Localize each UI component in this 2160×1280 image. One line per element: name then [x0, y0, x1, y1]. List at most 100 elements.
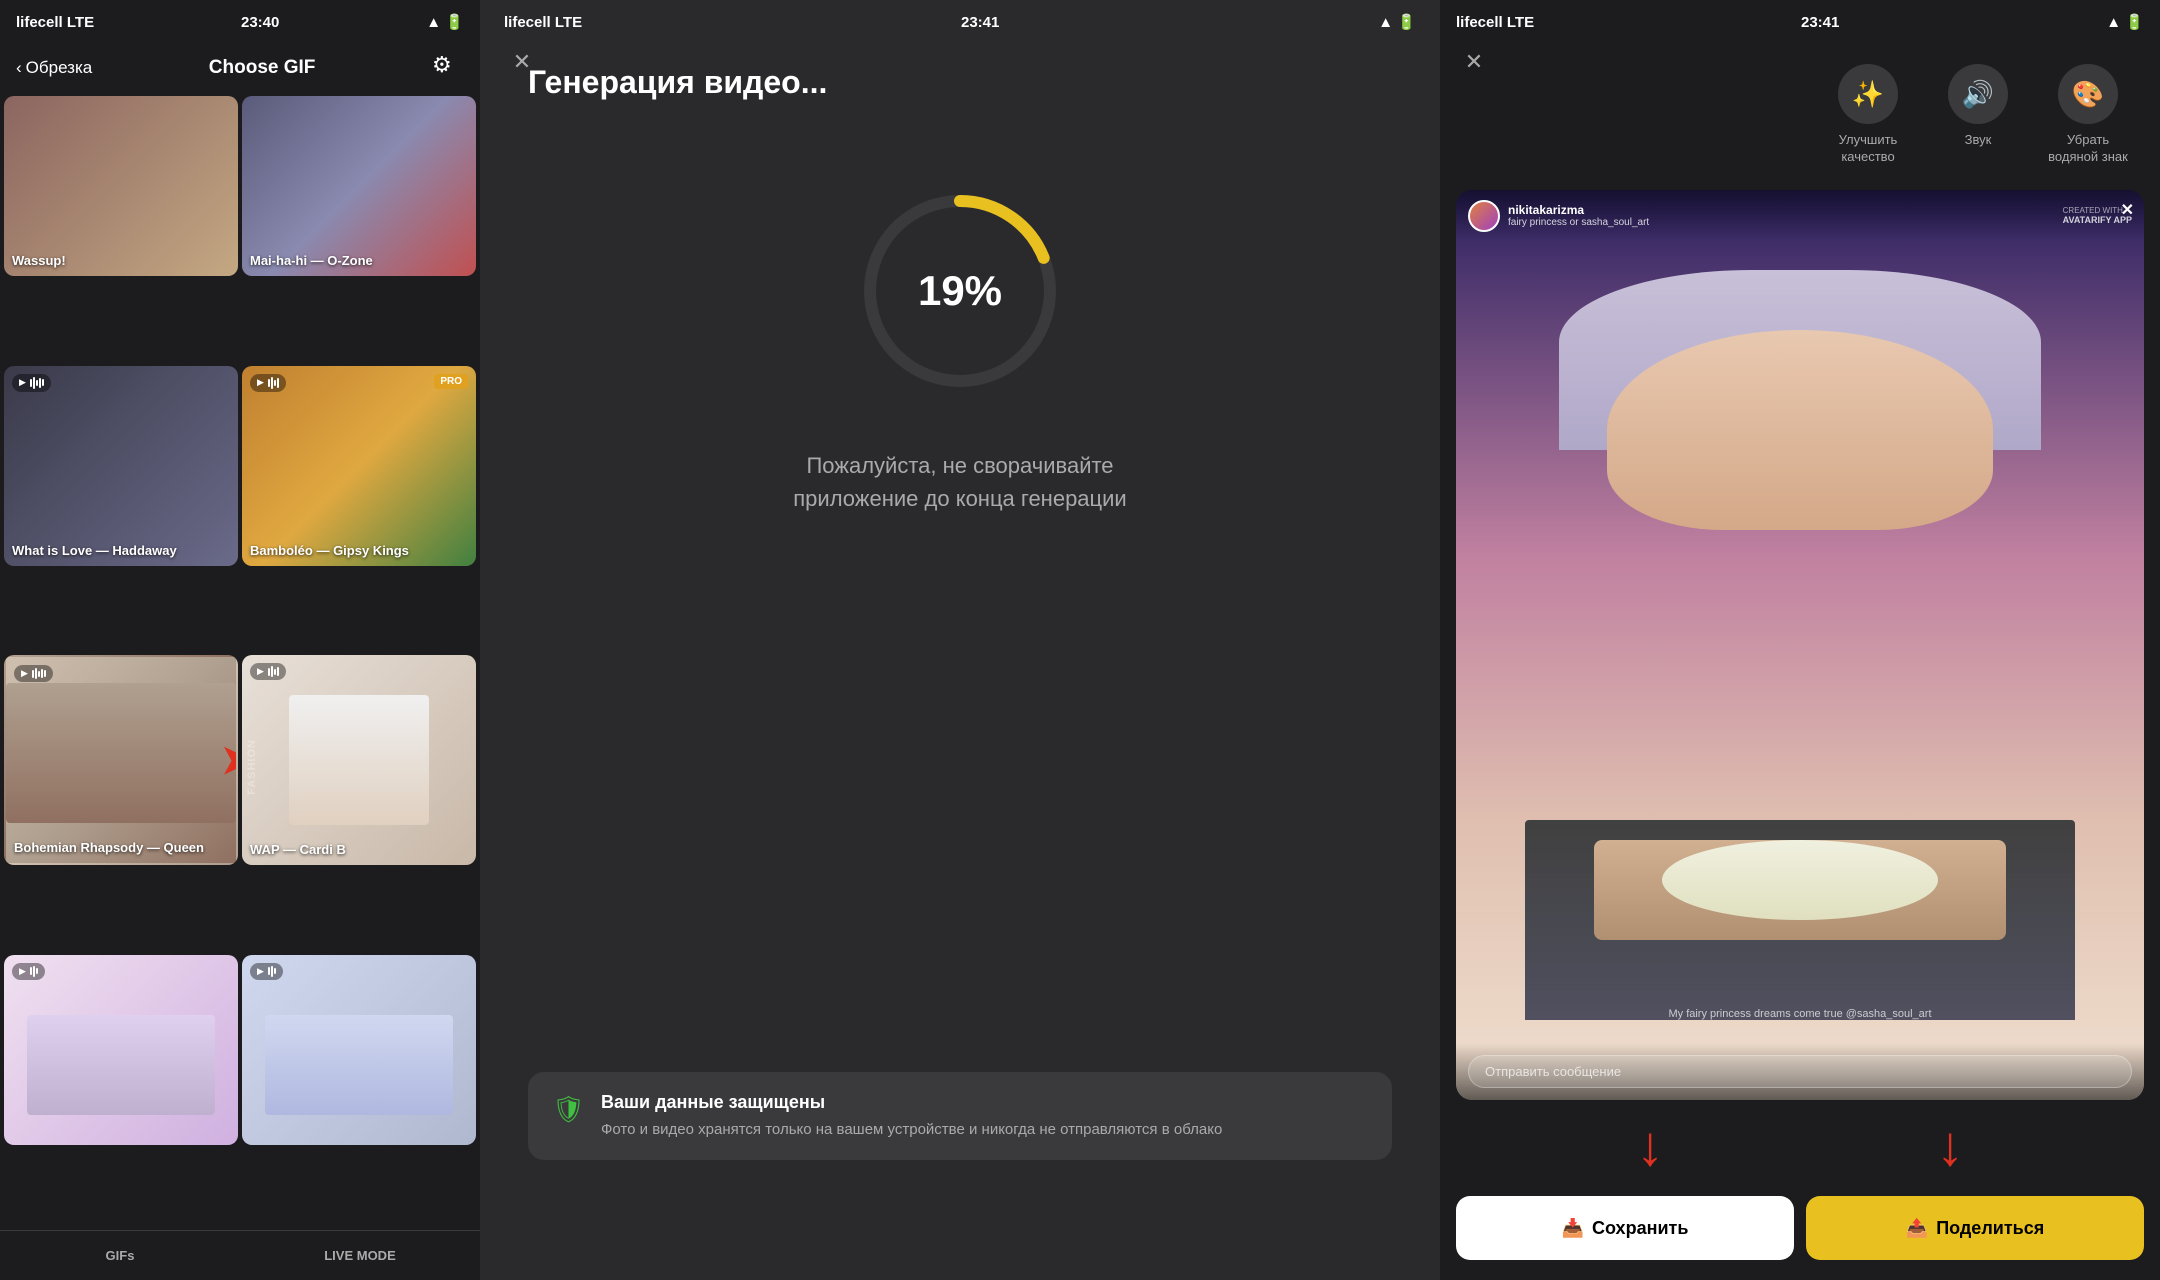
generation-subtitle: Пожалуйста, не сворачивайте приложение д…: [793, 449, 1126, 515]
panel-save-share: lifecell LTE 23:41 ▲ 🔋 ✕ ✨ Улучшить каче…: [1440, 0, 2160, 1280]
status-bar-2: lifecell LTE 23:41 ▲ 🔋: [480, 0, 1440, 44]
gif-item-livemode[interactable]: ▶: [242, 955, 476, 1145]
gif-label-bamboleo: Bamboléo — Gipsy Kings: [250, 543, 409, 558]
user-avatar: [1468, 200, 1500, 232]
gif-item-whatislove[interactable]: ▶ What is Love — Haddaway: [4, 366, 238, 566]
play-indicator-gifs: ▶: [12, 963, 45, 980]
video-preview: nikitakarizma fairy princess or sasha_so…: [1456, 190, 2144, 1100]
gif-label-wap: WAP — Cardi B: [250, 842, 346, 857]
wave-icon: [30, 377, 44, 389]
wave-icon-3: [32, 668, 46, 679]
progress-container: 19%: [850, 181, 1070, 401]
panel-choose-gif: lifecell LTE 23:40 ▲ 🔋 ‹ Обрезка Choose …: [0, 0, 480, 1280]
gif-item-bamboleo[interactable]: ▶ PRO Bamboléo — Gipsy Kings: [242, 366, 476, 566]
video-overlay-top: nikitakarizma fairy princess or sasha_so…: [1456, 190, 2144, 242]
created-with-text: CREATED WITH: [2063, 206, 2123, 215]
gif-grid: Wassup! Mai-ha-hi — O-Zone ▶ What is Lov…: [0, 96, 480, 1230]
tab-livemode[interactable]: LIVE MODE: [240, 1231, 480, 1280]
video-content: [1456, 270, 2144, 1020]
play-indicator-whatislove: ▶: [12, 374, 51, 392]
play-indicator-bohemian: ▶: [14, 665, 53, 682]
battery-3: ▲ 🔋: [2106, 13, 2144, 31]
gif-item-bohemian[interactable]: ▶ Bohemian Rhapsody — Queen ➤: [4, 655, 238, 865]
gif-item-wap[interactable]: ▶ FASHION WAP — Cardi B: [242, 655, 476, 865]
pro-badge: PRO: [434, 374, 468, 389]
gif-label-wassup: Wassup!: [12, 253, 66, 268]
carrier-1: lifecell LTE: [16, 14, 94, 31]
play-icon-3: ▶: [21, 668, 28, 679]
watermark-label: Убрать водяной знак: [2048, 132, 2128, 166]
gif-label-bohemian: Bohemian Rhapsody — Queen: [14, 840, 204, 855]
carrier-3: lifecell LTE: [1456, 14, 1534, 31]
watermark-icon: 🎨: [2072, 79, 2104, 110]
panel-generation: lifecell LTE 23:41 ▲ 🔋 ✕ Генерация видео…: [480, 0, 1440, 1280]
gif-label-maihahi: Mai-ha-hi — O-Zone: [250, 253, 373, 268]
fashion-watermark: FASHION: [246, 739, 258, 795]
enhance-icon-circle: ✨: [1838, 64, 1898, 124]
settings-gear-icon[interactable]: ⚙: [432, 52, 464, 84]
back-chevron-icon: ‹: [16, 58, 22, 78]
back-label: Обрезка: [26, 58, 93, 78]
wave-icon-6: [268, 966, 276, 977]
play-icon-2: ▶: [257, 377, 264, 388]
gif-item-wassup[interactable]: Wassup!: [4, 96, 238, 276]
data-protection-box: 🛡 Ваши данные защищены Фото и видео хран…: [528, 1072, 1392, 1160]
left-arrow-icon: ↓: [1636, 1118, 1664, 1174]
protection-title: Ваши данные защищены: [601, 1092, 1222, 1113]
bottom-tabs: GIFs LIVE MODE: [0, 1230, 480, 1280]
play-icon-5: ▶: [19, 966, 26, 977]
generation-title: Генерация видео...: [480, 44, 1440, 101]
share-button[interactable]: 📤 Поделиться: [1806, 1196, 2144, 1260]
enhance-label: Улучшить качество: [1828, 132, 1908, 166]
right-arrow-icon: ↓: [1936, 1118, 1964, 1174]
enhance-icon: ✨: [1852, 79, 1884, 110]
play-indicator-livemode: ▶: [250, 963, 283, 980]
watermark-icon-circle: 🎨: [2058, 64, 2118, 124]
top-actions: ✨ Улучшить качество 🔊 Звук 🎨 Убрать водя…: [1440, 44, 2160, 182]
gif-item-gifs[interactable]: ▶: [4, 955, 238, 1145]
status-bar-1: lifecell LTE 23:40 ▲ 🔋: [0, 0, 480, 44]
enhance-quality-button[interactable]: ✨ Улучшить качество: [1828, 64, 1908, 166]
share-icon: 📤: [1906, 1218, 1928, 1239]
gif-label-whatislove: What is Love — Haddaway: [12, 543, 177, 558]
wave-icon-4: [268, 666, 279, 677]
sound-icon: 🔊: [1962, 79, 1994, 110]
save-button[interactable]: 📥 Сохранить: [1456, 1196, 1794, 1260]
video-subtitle: fairy princess or sasha_soul_art: [1508, 217, 1649, 228]
bottom-buttons: 📥 Сохранить 📤 Поделиться: [1440, 1184, 2160, 1280]
protection-description: Фото и видео хранятся только на вашем ус…: [601, 1119, 1222, 1140]
time-2: 23:41: [961, 14, 999, 31]
arrows-container: ↓ ↓: [1440, 1108, 2160, 1184]
video-frame: nikitakarizma fairy princess or sasha_so…: [1456, 190, 2144, 1100]
remove-watermark-button[interactable]: 🎨 Убрать водяной знак: [2048, 64, 2128, 166]
back-button[interactable]: ‹ Обрезка: [16, 58, 92, 78]
play-icon: ▶: [19, 377, 26, 388]
save-label: Сохранить: [1592, 1218, 1688, 1239]
save-icon: 📥: [1562, 1218, 1584, 1239]
send-message-input[interactable]: Отправить сообщение: [1468, 1055, 2132, 1088]
status-bar-3: lifecell LTE 23:41 ▲ 🔋: [1440, 0, 2160, 44]
wave-icon-5: [30, 966, 38, 977]
carrier-2: lifecell LTE: [504, 14, 582, 31]
share-label: Поделиться: [1936, 1218, 2044, 1239]
video-user-info: nikitakarizma fairy princess or sasha_so…: [1468, 200, 1649, 232]
play-indicator-wap: ▶: [250, 663, 286, 680]
tab-gifs[interactable]: GIFs: [0, 1231, 240, 1280]
time-3: 23:41: [1801, 14, 1839, 31]
panel1-header: ‹ Обрезка Choose GIF ⚙: [0, 44, 480, 96]
gif-item-maihahi[interactable]: Mai-ha-hi — O-Zone: [242, 96, 476, 276]
sound-button[interactable]: 🔊 Звук: [1948, 64, 2008, 166]
protection-text: Ваши данные защищены Фото и видео хранят…: [601, 1092, 1222, 1140]
progress-text: 19%: [918, 267, 1002, 315]
play-icon-6: ▶: [257, 966, 264, 977]
video-close-icon[interactable]: ✕: [2121, 200, 2134, 220]
time-1: 23:40: [241, 14, 279, 31]
battery-2: ▲ 🔋: [1378, 13, 1416, 31]
close-button-share[interactable]: ✕: [1456, 44, 1492, 80]
battery-icons-1: ▲ 🔋: [426, 13, 464, 31]
play-indicator-bamboleo: ▶: [250, 374, 286, 392]
video-username: nikitakarizma: [1508, 203, 1649, 217]
video-caption: My fairy princess dreams come true @sash…: [1468, 1008, 2132, 1020]
shield-icon: 🛡: [552, 1094, 585, 1125]
close-button-gen[interactable]: ✕: [504, 44, 540, 80]
